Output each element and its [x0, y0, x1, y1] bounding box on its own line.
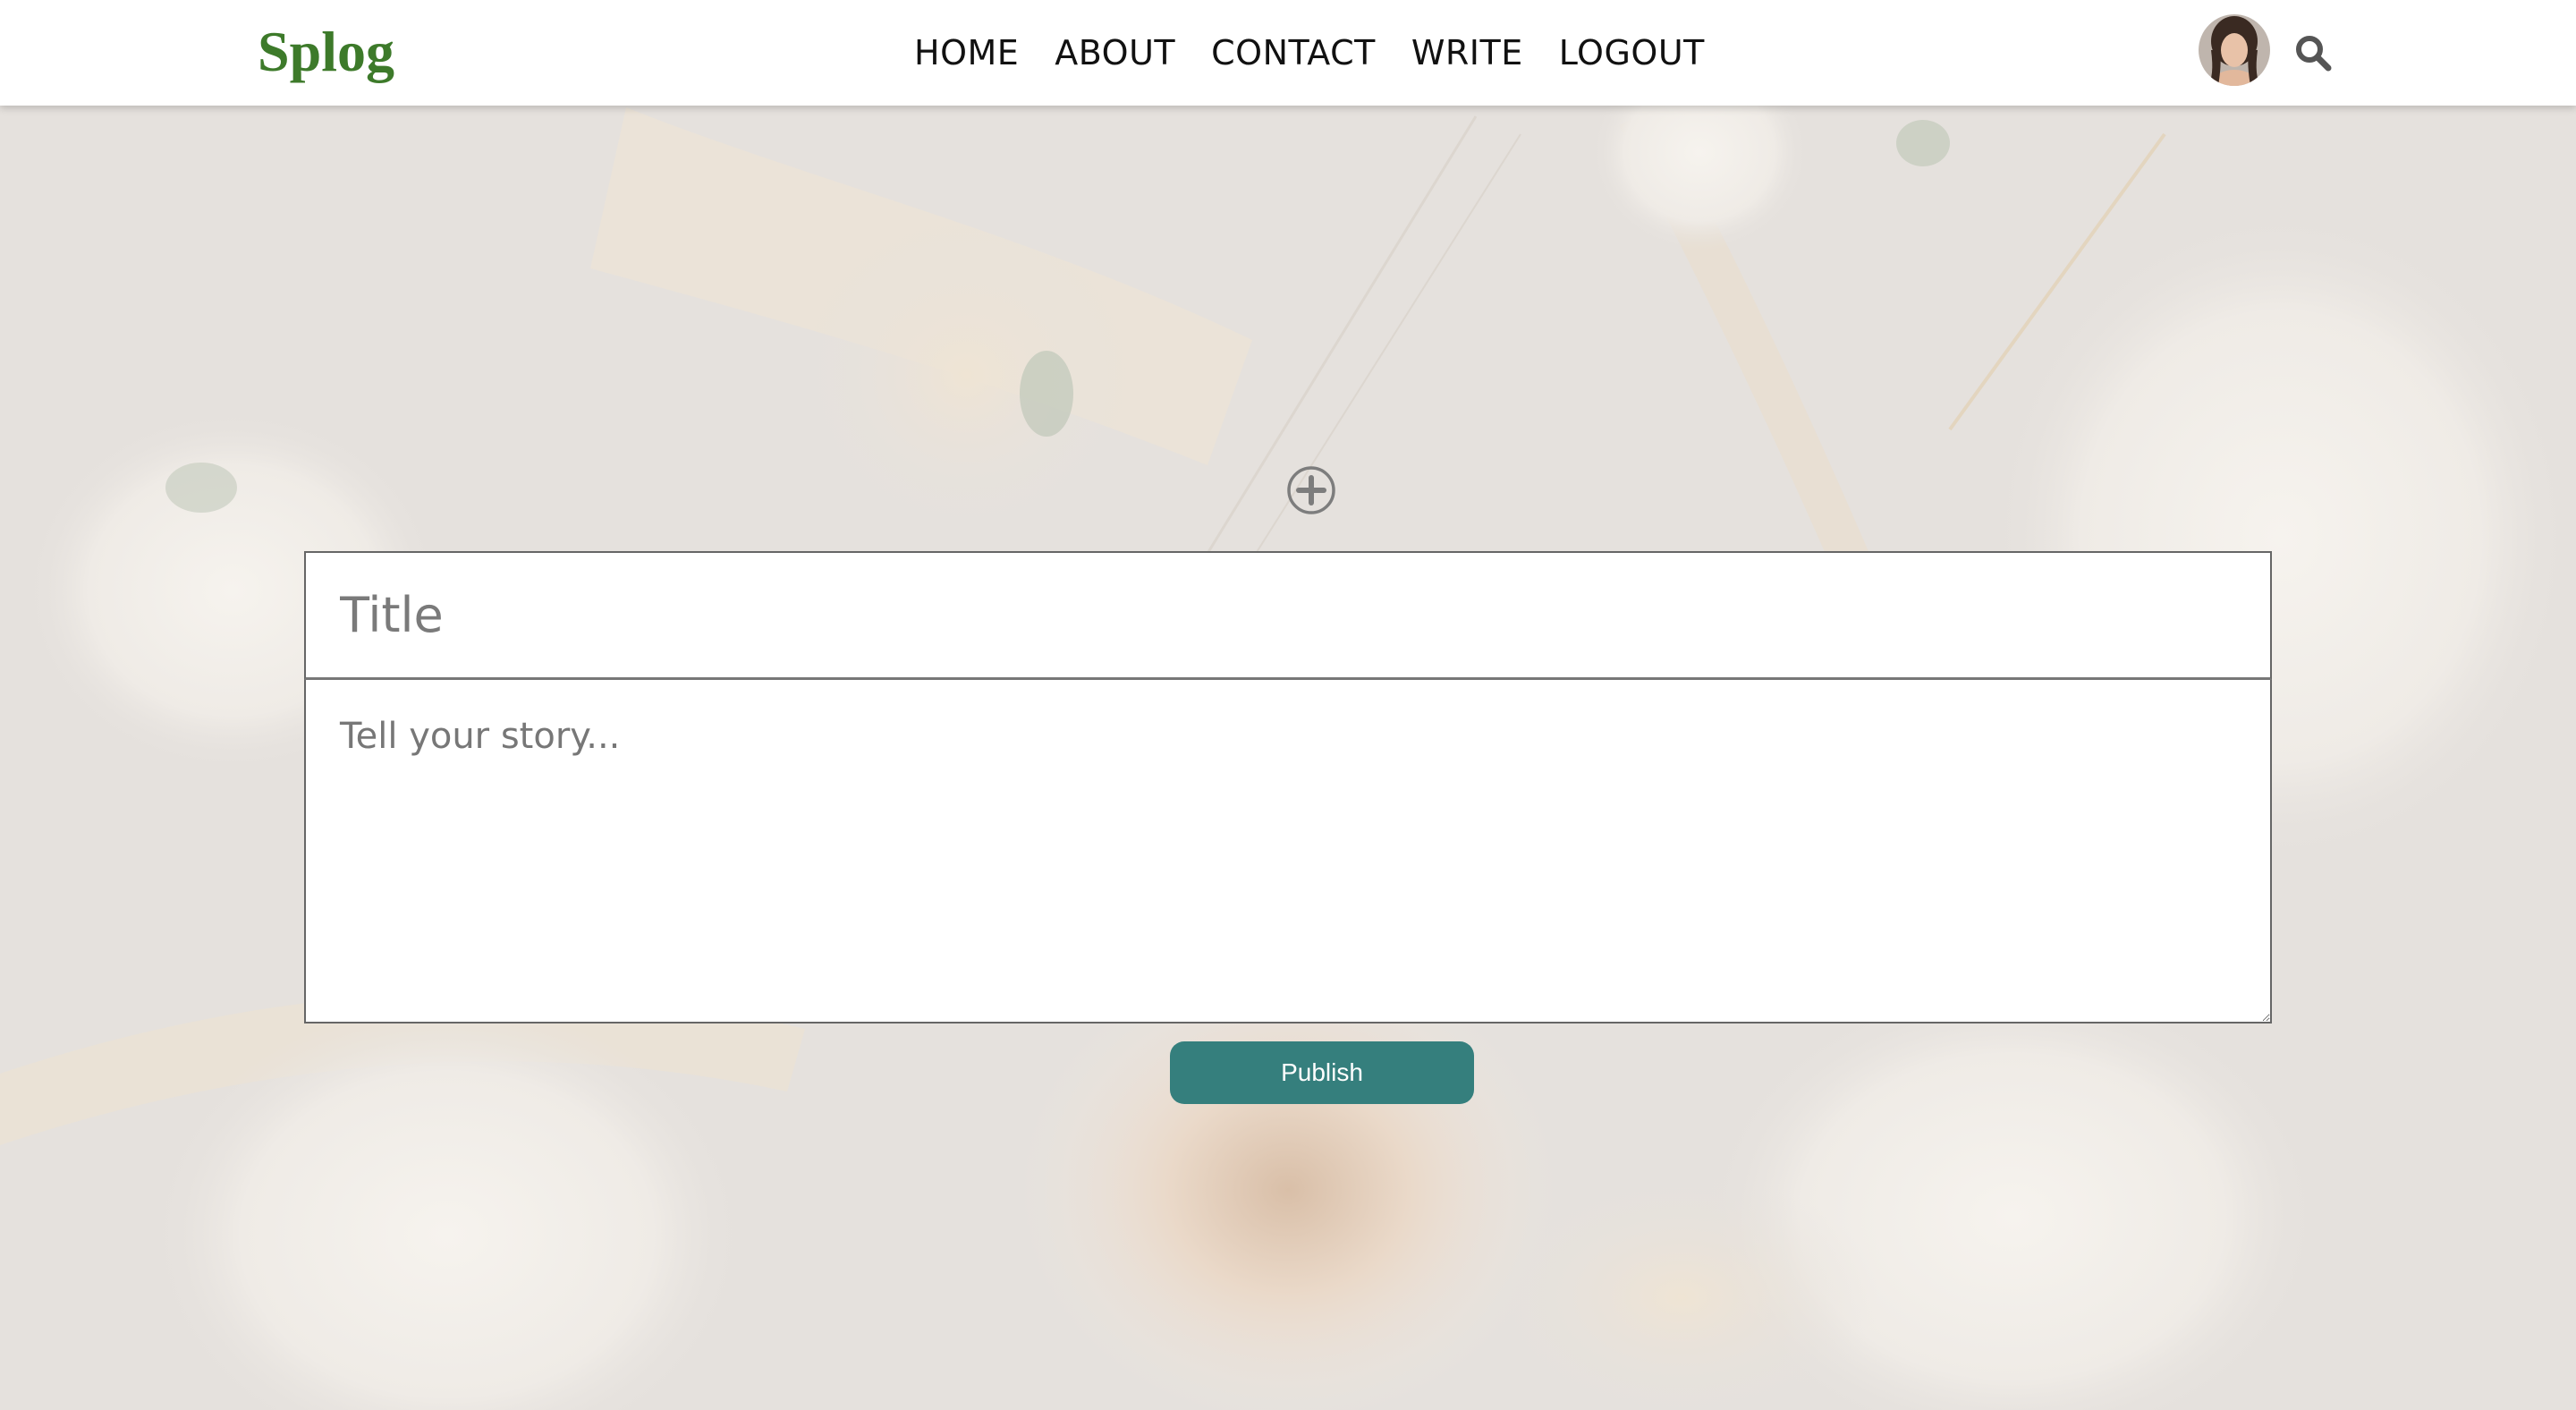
nav-item-about[interactable]: ABOUT — [1055, 30, 1175, 75]
user-avatar[interactable] — [2199, 14, 2270, 86]
publish-button[interactable]: Publish — [1170, 1041, 1474, 1104]
top-navigation-bar: Splog HOME ABOUT CONTACT WRITE LOGOUT — [0, 0, 2576, 106]
search-icon[interactable] — [2294, 34, 2332, 72]
nav-item-contact[interactable]: CONTACT — [1211, 30, 1376, 75]
nav-item-write[interactable]: WRITE — [1411, 30, 1523, 75]
post-title-input[interactable] — [304, 551, 2272, 680]
nav-item-home[interactable]: HOME — [914, 30, 1019, 75]
site-logo[interactable]: Splog — [258, 16, 394, 88]
add-image-icon[interactable] — [1286, 465, 1336, 515]
post-story-textarea[interactable] — [304, 680, 2272, 1024]
main-nav: HOME ABOUT CONTACT WRITE LOGOUT — [914, 30, 1705, 75]
nav-item-logout[interactable]: LOGOUT — [1559, 30, 1705, 75]
